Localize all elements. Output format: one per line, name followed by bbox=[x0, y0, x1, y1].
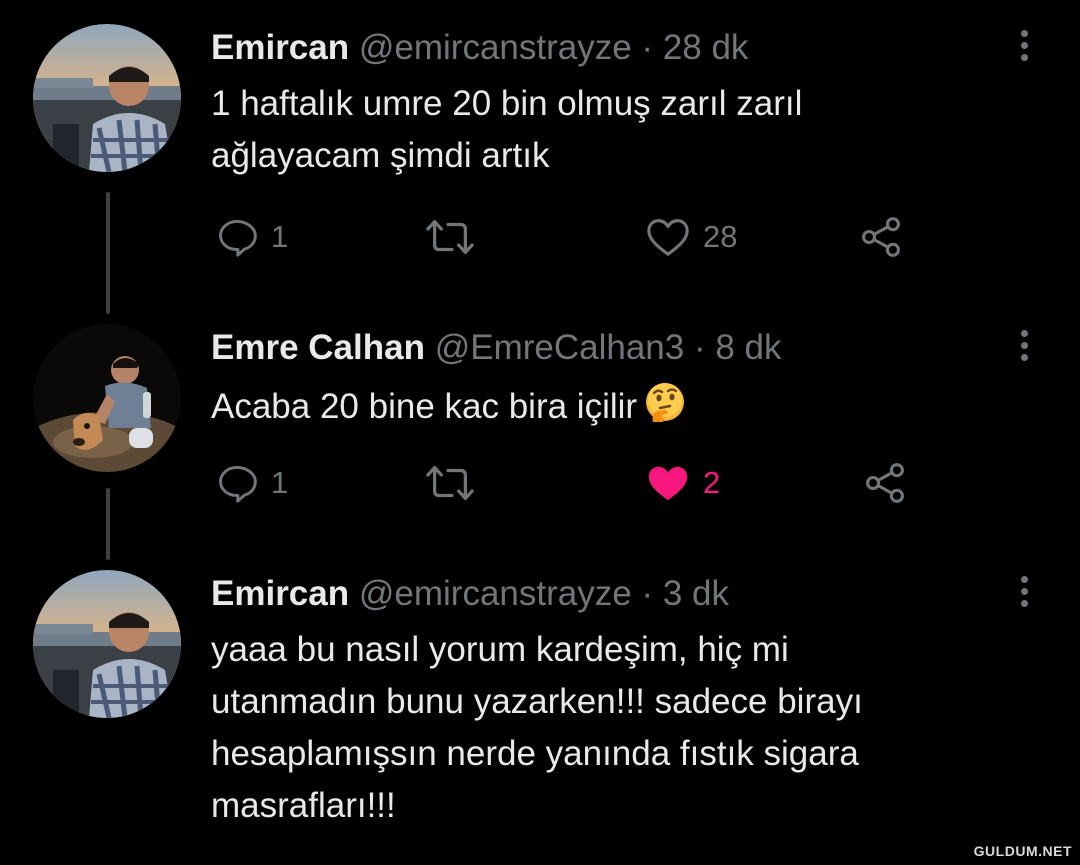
reply-icon bbox=[219, 219, 257, 257]
share-button[interactable] bbox=[859, 212, 903, 262]
tweet-text-line: masrafları!!! bbox=[211, 786, 396, 825]
tweet-text: Acaba 20 bine kac bira içilir bbox=[211, 380, 1011, 439]
share-icon bbox=[862, 217, 900, 257]
reply-count: 1 bbox=[271, 465, 289, 500]
reply-icon bbox=[219, 465, 257, 503]
more-icon[interactable] bbox=[1014, 24, 1036, 68]
thread-line bbox=[106, 192, 110, 314]
tweet-text: 1 haftalık umre 20 bin olmuş zarıl zarıl… bbox=[211, 78, 1011, 182]
like-count: 2 bbox=[703, 465, 721, 500]
share-button[interactable] bbox=[863, 458, 907, 508]
site-watermark: GULDUM.NET bbox=[973, 843, 1072, 859]
timestamp[interactable]: 28 dk bbox=[663, 28, 749, 67]
like-count: 28 bbox=[703, 219, 738, 254]
tweet-text-line: Acaba 20 bine kac bira içilir bbox=[211, 387, 638, 426]
timestamp[interactable]: 3 dk bbox=[663, 574, 729, 613]
reply-button[interactable]: 1 bbox=[215, 458, 288, 508]
more-icon[interactable] bbox=[1014, 570, 1036, 614]
like-button[interactable]: 2 bbox=[645, 458, 720, 508]
reply-button[interactable]: 1 bbox=[215, 212, 288, 262]
share-icon bbox=[866, 463, 904, 503]
night-dog-avatar-image bbox=[33, 324, 181, 472]
tweet-text-line: utanmadın bunu yazarken!!! sadece birayı bbox=[211, 682, 863, 721]
like-icon-filled bbox=[648, 466, 688, 501]
tweet-text: yaaa bu nasıl yorum kardeşim, hiç mi uta… bbox=[211, 624, 1011, 832]
avatar[interactable] bbox=[33, 24, 181, 172]
timestamp[interactable]: 8 dk bbox=[715, 328, 781, 367]
sunset-avatar-image bbox=[33, 570, 181, 718]
separator-dot: · bbox=[641, 28, 654, 67]
like-icon bbox=[647, 219, 689, 256]
author-name[interactable]: Emre Calhan bbox=[211, 328, 425, 367]
like-button[interactable]: 28 bbox=[645, 212, 737, 262]
retweet-icon bbox=[426, 465, 474, 501]
more-icon[interactable] bbox=[1014, 324, 1036, 368]
author-name[interactable]: Emircan bbox=[211, 28, 349, 67]
tweet-actions: 1 28 bbox=[211, 212, 931, 262]
retweet-icon bbox=[426, 219, 474, 255]
retweet-button[interactable] bbox=[425, 458, 487, 508]
author-name[interactable]: Emircan bbox=[211, 574, 349, 613]
tweet-text-line: 1 haftalık umre 20 bin olmuş zarıl zarıl bbox=[211, 84, 803, 123]
retweet-button[interactable] bbox=[425, 212, 487, 262]
avatar[interactable] bbox=[33, 570, 181, 718]
separator-dot: · bbox=[641, 574, 654, 613]
separator-dot: · bbox=[693, 328, 706, 367]
thinking-face-emoji bbox=[643, 380, 687, 439]
tweet-text-line: hesaplamışsın nerde yanında fıstık sigar… bbox=[211, 734, 859, 773]
tweet-text-line: ağlayacam şimdi artık bbox=[211, 136, 550, 175]
avatar[interactable] bbox=[33, 324, 181, 472]
sunset-avatar-image bbox=[33, 24, 181, 172]
tweet-text-line: yaaa bu nasıl yorum kardeşim, hiç mi bbox=[211, 630, 789, 669]
reply-count: 1 bbox=[271, 219, 289, 254]
author-handle[interactable]: @emircanstrayze bbox=[359, 574, 632, 613]
author-handle[interactable]: @emircanstrayze bbox=[359, 28, 632, 67]
thread-line bbox=[106, 488, 110, 560]
tweet-actions: 1 2 bbox=[211, 458, 931, 508]
author-handle[interactable]: @EmreCalhan3 bbox=[435, 328, 685, 367]
